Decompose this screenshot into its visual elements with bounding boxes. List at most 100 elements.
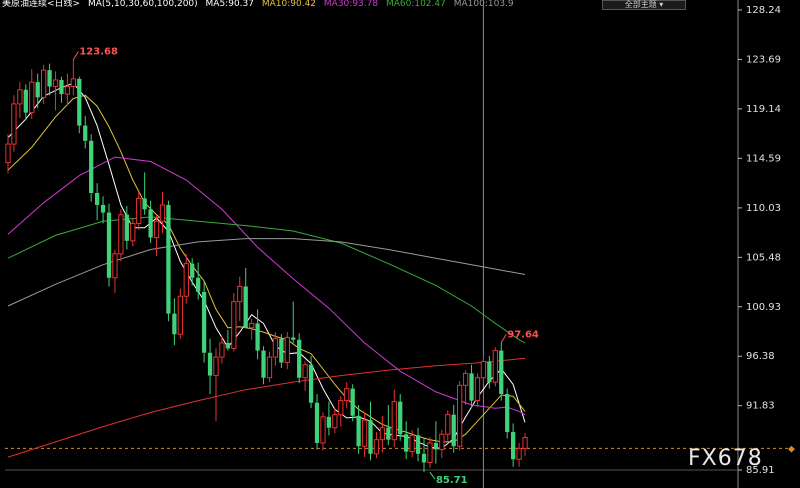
- y-tick-label: 105.48: [746, 252, 781, 263]
- candle-body-up: [219, 342, 225, 358]
- candle-body-down: [350, 388, 355, 416]
- candle-body-down: [77, 78, 82, 126]
- candle-body-up: [272, 338, 279, 358]
- y-tick-label: 114.59: [746, 153, 781, 164]
- candle-body-up: [64, 86, 71, 95]
- annotation-label: 123.68: [79, 47, 118, 58]
- candle-body-up: [332, 414, 338, 429]
- candle-body-down: [433, 442, 439, 450]
- candle-body-down: [511, 432, 516, 460]
- candle-body-down: [196, 277, 201, 292]
- candle-body-down: [23, 89, 28, 113]
- candle-body-up: [29, 81, 35, 114]
- candle-body-down: [35, 82, 40, 98]
- candle-body-down: [201, 291, 207, 353]
- candle-body-up: [237, 285, 243, 303]
- candle-body-down: [94, 193, 100, 205]
- candle-body-down: [499, 350, 504, 395]
- annotation-leader: [429, 471, 436, 480]
- candle-body-up: [344, 388, 350, 402]
- candle-body-down: [166, 204, 171, 314]
- candle-body-down: [404, 434, 409, 452]
- y-tick-label: 110.03: [746, 203, 781, 214]
- candle-body-up: [112, 253, 118, 279]
- candle-body-down: [314, 402, 320, 443]
- candle-body-down: [421, 453, 427, 463]
- candle-body-up: [338, 400, 344, 416]
- y-tick-label: 119.14: [746, 104, 781, 115]
- candle-body-down: [255, 323, 260, 351]
- candle-body-down: [356, 415, 361, 447]
- candle-body-up: [409, 434, 415, 453]
- candle-body-up: [136, 197, 142, 224]
- candle-body-up: [492, 350, 498, 383]
- candle-body-up: [5, 143, 11, 164]
- candle-body-up: [249, 322, 255, 329]
- candle-body-up: [130, 222, 136, 242]
- candle-body-up: [118, 214, 124, 255]
- candle-body-down: [207, 352, 213, 376]
- annotation-leader: [500, 334, 507, 343]
- candle-body-up: [457, 384, 463, 447]
- candle-body-down: [451, 414, 456, 447]
- candle-body-up: [522, 437, 528, 449]
- y-tick-label: 100.93: [746, 302, 781, 313]
- candle-body-up: [480, 360, 487, 379]
- candle-body-down: [89, 140, 94, 194]
- candle-body-down: [124, 214, 129, 241]
- candle-body-down: [398, 401, 403, 435]
- candle-body-down: [243, 286, 248, 328]
- ma30-line: [7, 156, 526, 416]
- candle-body-down: [106, 212, 112, 278]
- candle-body-down: [505, 394, 510, 433]
- y-tick-label: 123.69: [746, 54, 781, 65]
- candle-body-up: [361, 419, 368, 447]
- candle-body-down: [326, 416, 332, 428]
- candle-body-down: [279, 338, 284, 363]
- candle-body-up: [462, 372, 469, 386]
- candle-body-down: [308, 364, 314, 403]
- candle-body-up: [445, 414, 451, 435]
- candle-body-up: [159, 204, 166, 222]
- candle-body-down: [368, 420, 373, 454]
- candle-body-up: [474, 377, 481, 402]
- candle-body-up: [11, 103, 17, 145]
- candlestick-chart[interactable]: 128.24 123.69 119.14 114.59 110.03 105.48 100.…: [0, 0, 800, 488]
- candle-body-up: [439, 433, 445, 450]
- candle-body-up: [40, 69, 47, 98]
- candle-body-down: [172, 313, 177, 335]
- candle-body-down: [142, 198, 147, 210]
- annotation-leader: [72, 51, 79, 60]
- candle-body-up: [516, 447, 522, 460]
- y-tick-label: 96.38: [746, 351, 775, 362]
- candle-body-up: [391, 401, 397, 441]
- candle-body-up: [373, 439, 380, 455]
- candle-body-down: [291, 337, 296, 340]
- current-price-marker: ◆: [788, 444, 795, 454]
- candle-body-down: [100, 204, 106, 213]
- candle-body-up: [302, 364, 308, 379]
- candle-body-down: [225, 342, 231, 349]
- candle-body-up: [52, 79, 59, 88]
- annotation-label: 97.64: [507, 330, 539, 341]
- candle-body-up: [17, 89, 23, 105]
- candle-body-up: [284, 337, 290, 364]
- candle-body-down: [415, 435, 421, 454]
- candle-body-up: [266, 356, 273, 379]
- ma60-line: [7, 216, 526, 344]
- candle-body-down: [47, 70, 52, 87]
- y-tick-label: 128.24: [746, 5, 781, 16]
- candle-body-down: [190, 263, 195, 278]
- candle-body-up: [183, 263, 189, 297]
- candle-body-up: [427, 442, 433, 464]
- candle-body-up: [70, 78, 76, 88]
- candle-body-down: [83, 125, 88, 141]
- candle-body-up: [320, 416, 326, 444]
- candle-body-down: [469, 373, 474, 401]
- candle-body-down: [148, 209, 153, 238]
- watermark-logo: FX678: [688, 446, 763, 471]
- candle-body-up: [213, 356, 219, 377]
- candle-body-down: [261, 350, 266, 378]
- candle-body-down: [487, 361, 492, 383]
- candle-body-up: [177, 295, 183, 335]
